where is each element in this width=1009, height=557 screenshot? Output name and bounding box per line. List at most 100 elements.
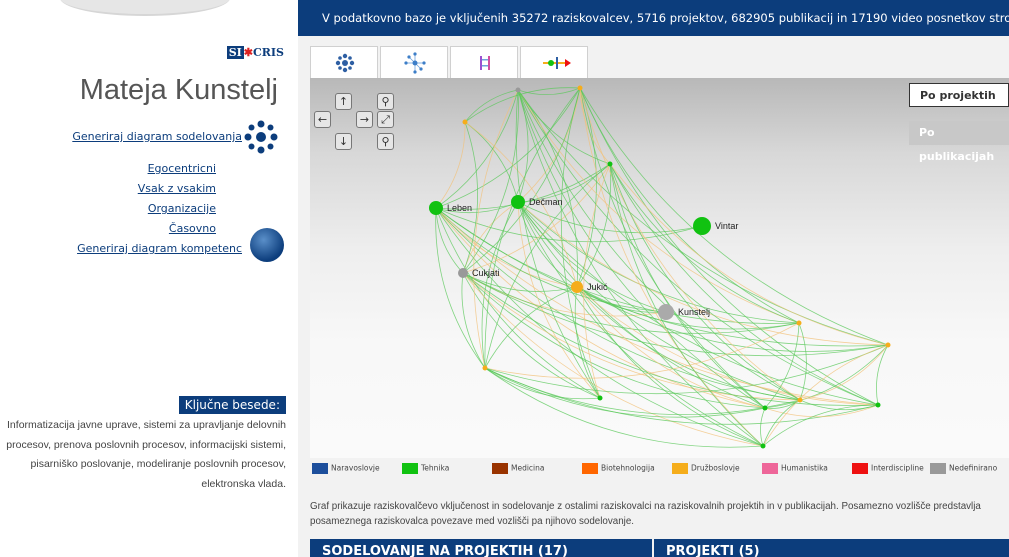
timeline-bars-icon (480, 56, 490, 70)
graph-node[interactable] (462, 119, 468, 125)
legend-label: Biotehnologija (601, 463, 655, 473)
legend-swatch (672, 463, 688, 474)
graph-node-label: Jukić (587, 282, 608, 292)
graph-edge (579, 87, 800, 324)
legend-swatch (930, 463, 946, 474)
graph-node[interactable] (577, 85, 583, 91)
diagram-type-links: Egocentricni Vsak z vsakim Organizacije … (138, 158, 216, 238)
legend-item-7: Nedefinirano (930, 463, 997, 474)
legend-label: Humanistika (781, 463, 828, 473)
legend-item-6: Interdisciplinе (852, 463, 924, 474)
graph-node[interactable] (762, 405, 768, 411)
collaboration-graph[interactable]: Leben Dečman Vintar Cukjati Jukić Kunstelj (310, 78, 1009, 458)
tab-timeline-arrow[interactable] (520, 46, 588, 78)
graph-node-label: Kunstelj (678, 307, 710, 317)
pan-up-icon[interactable]: ↑ (335, 93, 352, 110)
legend-label: Tehnika (421, 463, 450, 473)
graph-edge (517, 201, 801, 401)
projects-header: PROJEKTI (5) (654, 539, 1009, 557)
stats-banner: V podatkovno bazo je vključenih 35272 ra… (298, 0, 1009, 36)
link-casovno[interactable]: Časovno (169, 222, 216, 235)
network-star-icon (404, 52, 426, 74)
generate-competence-link[interactable]: Generiraj diagram kompetenc (77, 242, 242, 255)
graph-edge (579, 87, 801, 401)
keywords-title: Ključne besede: (178, 396, 286, 414)
graph-node[interactable] (885, 342, 891, 348)
graph-node[interactable] (796, 320, 802, 326)
graph-node-leben[interactable] (429, 201, 443, 215)
graph-edge (484, 367, 764, 448)
graph-node[interactable] (482, 365, 488, 371)
graph-edge (876, 344, 889, 406)
network-cluster-icon (335, 53, 355, 73)
graph-edge (517, 89, 879, 406)
graph-edge (609, 163, 800, 324)
pan-right-icon[interactable]: → (356, 111, 373, 128)
legend-item-2: Medicina (492, 463, 545, 474)
fit-icon[interactable]: ⤢ (377, 111, 394, 128)
graph-node-cukjati[interactable] (458, 268, 468, 278)
tab-cluster[interactable] (310, 46, 378, 78)
graph-edge (760, 407, 766, 447)
legend-label: Naravoslovje (331, 463, 380, 473)
generate-collaboration-link[interactable]: Generiraj diagram sodelovanja (72, 130, 242, 143)
logo-si: SI (226, 46, 244, 59)
graph-node-label: Dečman (529, 197, 563, 207)
sicris-logo[interactable]: SI ✱CRIS (226, 46, 284, 59)
person-name: Mateja Kunstelj (79, 74, 278, 106)
zoom-out-icon[interactable]: ⚲ (377, 93, 394, 110)
legend: Naravoslovje Tehnika Medicina Biotehnologij… (310, 461, 1009, 481)
globe-icon[interactable] (250, 228, 284, 262)
legend-swatch (582, 463, 598, 474)
logo-star-icon: ✱ (243, 46, 253, 59)
link-organizacije[interactable]: Organizacije (148, 202, 216, 215)
graph-edge (462, 272, 667, 317)
graph-description: Graf prikazuje raziskovalčevo vključenos… (310, 501, 981, 527)
link-egocentricni[interactable]: Egocentricni (148, 162, 216, 175)
graph-node[interactable] (760, 443, 766, 449)
pan-left-icon[interactable]: ← (314, 111, 331, 128)
tab-star[interactable] (380, 46, 448, 78)
link-vsak-z-vsakim[interactable]: Vsak z vsakim (138, 182, 216, 195)
graph-node-jukić[interactable] (571, 281, 583, 293)
graph-node[interactable] (607, 161, 613, 167)
graph-node[interactable] (515, 87, 521, 93)
legend-label: Družboslovje (691, 463, 740, 473)
legend-item-1: Tehnika (402, 463, 449, 474)
graph-edges (435, 87, 889, 448)
graph-node-label: Vintar (715, 221, 738, 231)
legend-item-4: Družboslovje (672, 463, 740, 474)
sidebar: SI ✱CRIS Mateja Kunstelj Generiraj diagra… (0, 36, 298, 557)
toggle-by-publications[interactable]: Po publikacijah (909, 121, 1009, 163)
logo-cris: CRIS (253, 46, 284, 59)
graph-edge (462, 272, 800, 334)
toggle-by-projects[interactable]: Po projektih (909, 83, 1009, 107)
legend-swatch (402, 463, 418, 474)
graph-edge (435, 121, 466, 209)
zoom-in-icon[interactable]: ⚲ (377, 133, 394, 150)
graph-node[interactable] (597, 395, 603, 401)
collaboration-network-icon[interactable] (244, 120, 278, 154)
legend-swatch (852, 463, 868, 474)
legend-swatch (312, 463, 328, 474)
graph-node[interactable] (797, 397, 803, 403)
legend-item-0: Naravoslovje (312, 463, 380, 474)
graph-node-label: Cukjati (472, 268, 500, 278)
graph-node[interactable] (875, 402, 881, 408)
graph-edge (762, 344, 889, 447)
graph-edge (435, 87, 581, 209)
graph-node-dečman[interactable] (511, 195, 525, 209)
stats-banner-text: V podatkovno bazo je vključenih 35272 ra… (322, 11, 1009, 25)
top-left-decoration (0, 0, 298, 36)
graph-node-label: Leben (447, 203, 472, 213)
graph-node-vintar[interactable] (693, 217, 711, 235)
legend-label: Medicina (511, 463, 545, 473)
pan-down-icon[interactable]: ↓ (335, 133, 352, 150)
timeline-arrow-icon (543, 57, 571, 69)
tab-timeline-bars[interactable] (450, 46, 518, 78)
graph-node-kunstelj[interactable] (658, 304, 674, 320)
legend-label: Interdisciplinе (871, 463, 924, 473)
graph-edge (799, 344, 889, 401)
graph-edge (462, 121, 478, 274)
graph-edge (579, 87, 879, 406)
